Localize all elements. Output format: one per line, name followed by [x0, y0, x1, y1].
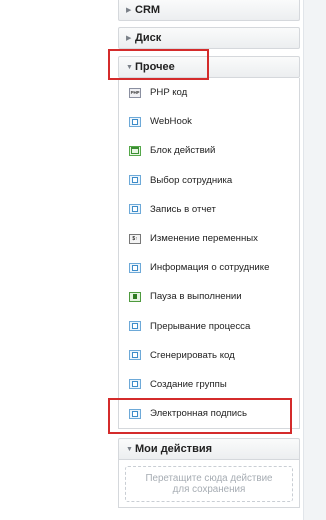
section-disk: ▶ Диск	[118, 27, 300, 49]
interrupt-process-icon	[129, 321, 141, 332]
action-item-generate-code[interactable]: Сгенерировать код	[119, 341, 299, 370]
generate-code-icon	[129, 350, 141, 361]
section-title-other: Прочее	[135, 61, 175, 73]
my-actions-body: Перетащите сюда действие для сохранения	[118, 460, 300, 508]
create-group-icon	[129, 379, 141, 390]
chevron-down-icon: ▼	[126, 445, 133, 453]
action-label: Пауза в выполнении	[150, 291, 242, 303]
action-label: Прерывание процесса	[150, 320, 251, 332]
action-item-pause[interactable]: Пауза в выполнении	[119, 282, 299, 311]
chevron-down-icon: ▼	[126, 63, 133, 71]
section-title-my-actions: Мои действия	[135, 443, 213, 455]
action-item-webhook[interactable]: WebHook	[119, 107, 299, 136]
action-item-php-code[interactable]: PHP PHP код	[119, 78, 299, 107]
action-label: PHP код	[150, 87, 188, 99]
action-label: Электронная подпись	[150, 408, 247, 420]
action-item-change-variables[interactable]: $↑ Изменение переменных	[119, 224, 299, 253]
action-label: Сгенерировать код	[150, 349, 235, 361]
section-crm: ▶ CRM	[118, 0, 300, 21]
drop-hint-line-2: для сохранения	[172, 484, 246, 495]
action-item-employee-select[interactable]: Выбор сотрудника	[119, 166, 299, 195]
employee-select-icon	[129, 175, 141, 186]
action-item-e-signature[interactable]: Электронная подпись	[119, 399, 299, 428]
pause-icon	[129, 291, 141, 302]
section-header-my-actions[interactable]: ▼ Мои действия	[118, 438, 300, 460]
action-label: Создание группы	[150, 378, 227, 390]
drop-hint-line-1: Перетащите сюда действие	[145, 473, 273, 484]
drop-zone[interactable]: Перетащите сюда действие для сохранения	[125, 466, 293, 502]
action-label: Информация о сотруднике	[150, 262, 270, 274]
section-header-other[interactable]: ▼ Прочее	[118, 56, 300, 78]
section-other: ▼ Прочее PHP PHP код WebHook Блок действ…	[118, 56, 300, 430]
action-list: PHP PHP код WebHook Блок действий Выбор …	[118, 78, 300, 430]
e-signature-icon	[129, 408, 141, 419]
action-item-report-entry[interactable]: Запись в отчет	[119, 195, 299, 224]
chevron-right-icon: ▶	[126, 35, 132, 42]
employee-info-icon	[129, 262, 141, 273]
action-item-employee-info[interactable]: Информация о сотруднике	[119, 253, 299, 282]
drop-zone-hint: Перетащите сюда действие для сохранения	[145, 473, 272, 495]
report-entry-icon	[129, 204, 141, 215]
action-label: Блок действий	[150, 145, 216, 157]
action-item-action-block[interactable]: Блок действий	[119, 136, 299, 165]
action-label: WebHook	[150, 116, 192, 128]
action-block-icon	[129, 145, 141, 156]
variables-icon: $↑	[129, 233, 141, 244]
section-header-crm[interactable]: ▶ CRM	[118, 0, 300, 21]
action-label: Выбор сотрудника	[150, 174, 233, 186]
section-title-crm: CRM	[135, 4, 161, 16]
action-item-interrupt-process[interactable]: Прерывание процесса	[119, 312, 299, 341]
section-title-disk: Диск	[135, 32, 162, 44]
php-code-icon: PHP	[129, 87, 141, 98]
action-label: Изменение переменных	[150, 233, 258, 245]
webhook-icon	[129, 116, 141, 127]
section-my-actions: ▼ Мои действия Перетащите сюда действие …	[118, 438, 300, 508]
section-header-disk[interactable]: ▶ Диск	[118, 27, 300, 49]
action-label: Запись в отчет	[150, 203, 216, 215]
action-item-create-group[interactable]: Создание группы	[119, 370, 299, 399]
chevron-right-icon: ▶	[126, 7, 132, 14]
scrollbar-track[interactable]	[303, 0, 326, 520]
